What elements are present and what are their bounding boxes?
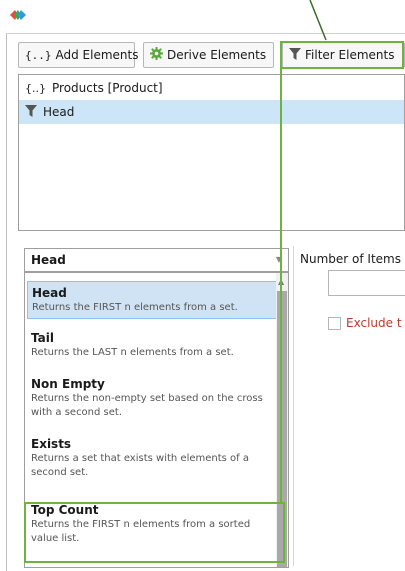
gear-icon: [150, 47, 163, 63]
list-item-head[interactable]: Head Returns the FIRST n elements from a…: [27, 281, 277, 319]
list-item-top-count[interactable]: Top Count Returns the FIRST n elements f…: [27, 499, 277, 549]
derive-elements-label: Derive Elements: [167, 48, 267, 62]
list-scrollbar[interactable]: ▲: [276, 273, 288, 567]
filter-elements-label: Filter Elements: [305, 48, 395, 62]
chevron-down-icon: ▼: [275, 255, 282, 264]
list-item-desc: Returns the LAST n elements from a set.: [31, 347, 234, 358]
braces-icon: {..}: [25, 81, 46, 95]
function-select-value: Head: [31, 253, 66, 267]
number-of-items-label: Number of Items: [300, 252, 401, 266]
panel-divider: [293, 246, 294, 566]
number-of-items-input[interactable]: [328, 270, 405, 296]
list-item-name: Top Count: [31, 503, 99, 517]
list-item-name: Tail: [31, 331, 54, 345]
tree-item-label: Head: [43, 105, 75, 119]
scroll-thumb[interactable]: [277, 291, 287, 567]
list-item-exists[interactable]: Exists Returns a set that exists with el…: [27, 433, 277, 483]
list-item-desc: Returns a set that exists with elements …: [31, 453, 249, 478]
list-item-desc: Returns the FIRST n elements from a set.: [32, 302, 238, 313]
filter-elements-button[interactable]: Filter Elements: [282, 42, 405, 68]
list-item-desc: Returns the non-empty set based on the c…: [31, 393, 263, 418]
tree-item-products[interactable]: {..} Products [Product]: [19, 76, 404, 100]
list-item-name: Exists: [31, 437, 72, 451]
list-item-desc: Returns the FIRST n elements from a sort…: [31, 519, 251, 544]
filter-icon: [25, 104, 37, 120]
title-bar: [6, 0, 405, 34]
app-logo-icon: [10, 9, 26, 23]
derive-elements-button[interactable]: Derive Elements: [143, 42, 274, 68]
filter-icon: [289, 47, 301, 63]
function-list: Head Returns the FIRST n elements from a…: [24, 272, 289, 568]
tree-item-head[interactable]: Head: [19, 100, 404, 124]
add-elements-label: Add Elements: [55, 48, 139, 62]
tree-item-label: Products [Product]: [52, 81, 163, 95]
element-tree: {..} Products [Product] Head: [18, 74, 405, 231]
add-elements-button[interactable]: {..} Add Elements: [18, 42, 138, 68]
scroll-up-arrow-icon[interactable]: ▲: [278, 277, 284, 286]
function-select[interactable]: Head ▼: [24, 248, 289, 272]
list-item-non-empty[interactable]: Non Empty Returns the non-empty set base…: [27, 373, 277, 423]
list-item-name: Non Empty: [31, 377, 105, 391]
braces-icon: {..}: [25, 48, 52, 62]
list-item-tail[interactable]: Tail Returns the LAST n elements from a …: [27, 327, 277, 363]
list-item-name: Head: [32, 286, 67, 300]
exclude-checkbox[interactable]: [328, 317, 341, 330]
exclude-label: Exclude t: [346, 316, 402, 330]
